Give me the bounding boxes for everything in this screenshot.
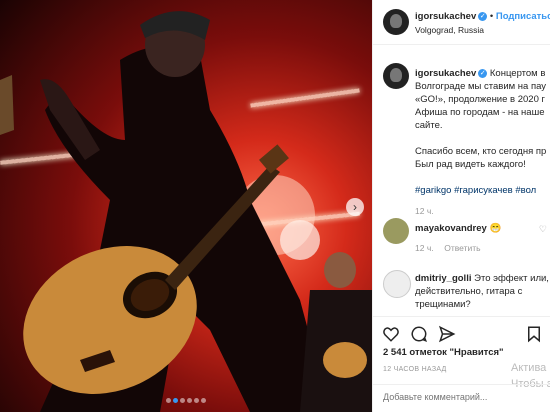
comment-text-line: трещинами? <box>415 299 471 310</box>
caption-username[interactable]: igorsukachev <box>415 68 476 79</box>
comment-text-line: действительно, гитара с <box>415 286 523 297</box>
post-sidebar: igorsukachev✓ • Подписаться Volgograd, R… <box>372 0 550 412</box>
caption-line: Волгограде мы ставим на пау <box>415 81 547 92</box>
caption-line: сайте. <box>415 120 443 131</box>
comment-heart-icon[interactable]: ♡ <box>539 224 547 235</box>
carousel-dot <box>187 398 192 403</box>
add-comment-bar <box>373 384 550 413</box>
location-link[interactable]: Volgograd, Russia <box>415 25 484 35</box>
post-photo[interactable]: › <box>0 0 372 412</box>
verified-icon: ✓ <box>478 11 488 21</box>
post-header: igorsukachev✓ • Подписаться Volgograd, R… <box>373 0 550 45</box>
comment-username[interactable]: dmitriy_golli <box>415 273 471 284</box>
caption-avatar[interactable] <box>383 63 409 89</box>
carousel-dot <box>194 398 199 403</box>
verified-icon: ✓ <box>478 68 488 78</box>
carousel-dot <box>166 398 171 403</box>
next-slide-button[interactable]: › <box>346 198 364 216</box>
post-timestamp: 12 ЧАСОВ НАЗАД <box>383 366 447 373</box>
caption-line: Концертом в <box>489 68 546 79</box>
carousel-dot <box>180 398 185 403</box>
chevron-right-icon: › <box>353 200 357 214</box>
carousel-dot-active <box>173 398 178 403</box>
comment-icon[interactable] <box>410 325 428 343</box>
caption-hashtags[interactable]: #garikgo #гарисукачев #вол <box>415 184 536 197</box>
comment-username[interactable]: mayakovandrey <box>415 223 487 234</box>
caption-line: «GO!», продолжение в 2020 г <box>415 94 545 105</box>
share-icon[interactable] <box>438 325 456 343</box>
watermark-line: Актива <box>511 362 547 374</box>
commenter-avatar[interactable] <box>383 218 409 244</box>
caption-time: 12 ч. <box>415 206 434 216</box>
commenter-avatar[interactable] <box>383 270 411 298</box>
carousel-dot <box>201 398 206 403</box>
comment-input[interactable] <box>381 391 550 403</box>
likes-count[interactable]: 2 541 отметок "Нравится" <box>383 347 504 358</box>
caption-line: Афиша по городам - на наше <box>415 107 545 118</box>
comment-emoji: 😁 <box>489 223 502 234</box>
avatar[interactable] <box>383 9 409 35</box>
carousel-indicator <box>0 390 372 408</box>
comment-time: 12 ч. <box>415 243 434 253</box>
comment-heart-icon[interactable]: ♡ <box>539 274 547 285</box>
caption-line: Был рад видеть каждого! <box>415 159 526 170</box>
performer-illustration <box>0 11 372 412</box>
bookmark-icon[interactable] <box>525 325 543 343</box>
heart-icon[interactable] <box>382 325 400 343</box>
follow-button[interactable]: Подписаться <box>496 11 550 22</box>
caption-line: Спасибо всем, кто сегодня пр <box>415 146 547 157</box>
header-username[interactable]: igorsukachev <box>415 11 476 22</box>
comment-text-line: Это эффект или, <box>474 273 549 284</box>
reply-button[interactable]: Ответить <box>444 243 480 253</box>
